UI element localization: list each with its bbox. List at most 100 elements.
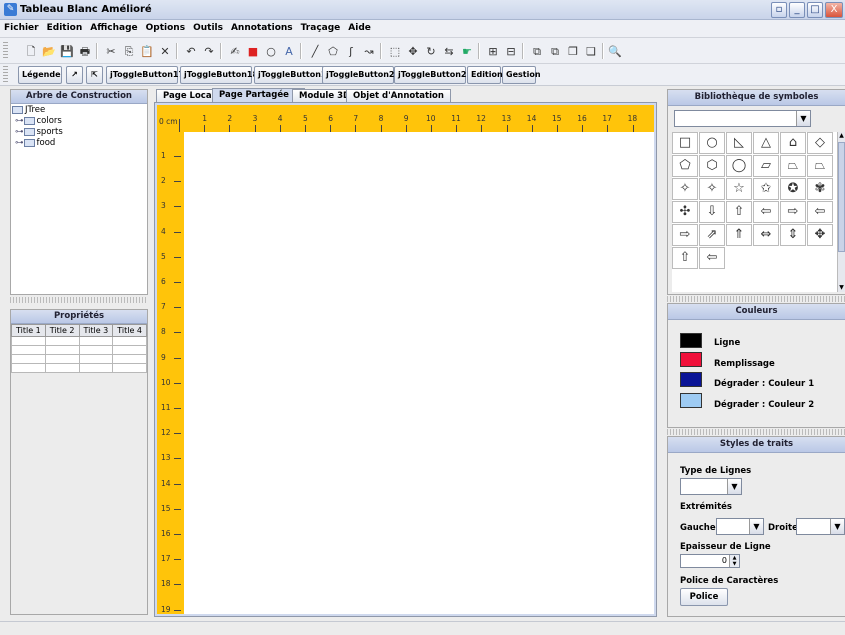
edition-button[interactable]: Edition (467, 66, 503, 84)
toggle-button-17[interactable]: jToggleButton17 (106, 66, 184, 84)
group-icon[interactable]: ⊞ (484, 42, 502, 60)
menu-options[interactable]: Options (142, 20, 189, 38)
symbol-shape-icon[interactable]: ✧ (699, 178, 725, 200)
ungroup-icon[interactable]: ⊟ (502, 42, 520, 60)
scroll-thumb[interactable] (838, 142, 845, 252)
move-icon[interactable]: ✥ (404, 42, 422, 60)
table-row[interactable] (11, 336, 147, 346)
menu-aide[interactable]: Aide (344, 20, 375, 38)
toolbar-grip[interactable] (3, 42, 8, 60)
symbol-category-select[interactable]: ▼ (674, 110, 811, 127)
symbol-shape-icon[interactable]: ⇔ (753, 224, 779, 246)
toggle-button-19[interactable]: jToggleButton19 (254, 66, 332, 84)
scroll-up-icon[interactable]: ▲ (838, 132, 845, 140)
shape-icon[interactable]: ○ (262, 42, 280, 60)
gestion-button[interactable]: Gestion (502, 66, 541, 84)
symbol-shape-icon[interactable]: ⇦ (807, 201, 833, 223)
line-type-select[interactable]: ▼ (680, 478, 742, 495)
splitter[interactable] (667, 429, 845, 435)
tab-objet-annotation[interactable]: Objet d'Annotation (346, 89, 451, 102)
symbol-shape-icon[interactable]: ⇦ (699, 247, 725, 269)
symbol-shape-icon[interactable]: ✧ (672, 178, 698, 200)
bring-front-icon[interactable]: ⧉ (528, 42, 546, 60)
open-icon[interactable]: 📂 (40, 42, 58, 60)
print-icon[interactable]: 🖶 (76, 42, 94, 60)
chevron-down-icon[interactable]: ▼ (830, 519, 844, 534)
symbol-shape-icon[interactable]: ⏢ (807, 155, 833, 177)
drawing-canvas[interactable]: 0 cm 1 2 3 4 5 6 7 8 9 10 11 12 13 14 15 16 17 18 1234567… (157, 105, 654, 614)
fill-color-icon[interactable]: ■ (244, 42, 262, 60)
column-header[interactable]: Title 2 (44, 324, 80, 337)
symbol-shape-icon[interactable]: ▱ (753, 155, 779, 177)
chevron-down-icon[interactable]: ▼ (727, 479, 741, 494)
zoom-icon[interactable]: 🔍 (606, 42, 624, 60)
symbol-shape-icon[interactable]: ✣ (672, 201, 698, 223)
undo-icon[interactable]: ↶ (182, 42, 200, 60)
select-icon[interactable]: ⬚ (386, 42, 404, 60)
menu-fichier[interactable]: Fichier (0, 20, 43, 38)
line-icon[interactable]: ╱ (306, 42, 324, 60)
left-end-select[interactable]: ▼ (716, 518, 764, 535)
arrow-icon[interactable]: ↗ (66, 66, 83, 84)
chevron-down-icon[interactable]: ▼ (749, 519, 763, 534)
toolbar-grip[interactable] (3, 66, 8, 84)
chevron-down-icon[interactable]: ▼ (796, 111, 810, 126)
tree-item-colors[interactable]: ⊶ colors (15, 116, 62, 126)
symbol-shape-icon[interactable]: ✩ (753, 178, 779, 200)
table-row[interactable] (11, 345, 147, 355)
splitter[interactable] (10, 297, 148, 303)
symbol-shape-icon[interactable]: ⇕ (780, 224, 806, 246)
symbol-shape-icon[interactable]: ⇧ (672, 247, 698, 269)
thickness-spinner[interactable]: 0 ▲ ▼ (680, 554, 740, 568)
tree-view[interactable]: JTree ⊶ colors ⊶ sports ⊶ food (11, 104, 147, 294)
menu-outils[interactable]: Outils (189, 20, 227, 38)
menu-edition[interactable]: Edition (43, 20, 87, 38)
symbol-shape-icon[interactable]: ⇨ (672, 224, 698, 246)
menu-tracage[interactable]: Traçage (297, 20, 345, 38)
symbol-shape-icon[interactable]: □ (672, 132, 698, 154)
tree-root[interactable]: JTree (12, 105, 45, 115)
splitter[interactable] (667, 296, 845, 302)
symbol-shape-icon[interactable]: ☆ (726, 178, 752, 200)
symbol-shape-icon[interactable]: ✾ (807, 178, 833, 200)
scroll-down-icon[interactable]: ▼ (838, 284, 845, 292)
column-header[interactable]: Title 3 (78, 324, 114, 337)
send-back-icon[interactable]: ⧉ (546, 42, 564, 60)
expand-icon[interactable]: ⊶ (15, 138, 24, 148)
copy-icon[interactable]: ⎘ (120, 42, 138, 60)
fill-color-swatch[interactable] (680, 352, 702, 367)
brush-icon[interactable]: ✍ (226, 42, 244, 60)
rotate-icon[interactable]: ↻ (422, 42, 440, 60)
table-row[interactable] (11, 354, 147, 364)
delete-icon[interactable]: ✕ (156, 42, 174, 60)
symbol-shape-icon[interactable]: ◺ (726, 132, 752, 154)
legend-button[interactable]: Légende (18, 66, 62, 84)
symbol-shape-icon[interactable]: ✥ (807, 224, 833, 246)
toggle-button-21[interactable]: jToggleButton21 (394, 66, 472, 84)
close-button[interactable]: X (825, 2, 843, 18)
paste-icon[interactable]: 📋 (138, 42, 156, 60)
symbol-shape-icon[interactable]: ◯ (726, 155, 752, 177)
symbols-scrollbar[interactable]: ▲ ▼ (837, 132, 845, 292)
line-color-swatch[interactable] (680, 333, 702, 348)
symbol-shape-icon[interactable]: ⬠ (672, 155, 698, 177)
table-row[interactable] (11, 363, 147, 373)
symbol-shape-icon[interactable]: ⬡ (699, 155, 725, 177)
pointer-icon[interactable]: ☛ (458, 42, 476, 60)
toggle-button-18[interactable]: jToggleButton18 (180, 66, 258, 84)
gradient1-color-swatch[interactable] (680, 372, 702, 387)
symbol-shape-icon[interactable]: ⏢ (780, 155, 806, 177)
freehand-icon[interactable]: ʃ (342, 42, 360, 60)
symbol-shape-icon[interactable]: ○ (699, 132, 725, 154)
symbol-shape-icon[interactable]: ⇑ (726, 224, 752, 246)
frame-arrow-icon[interactable]: ⇱ (86, 66, 103, 84)
menu-affichage[interactable]: Affichage (86, 20, 141, 38)
symbol-shape-icon[interactable]: ⇦ (753, 201, 779, 223)
minimize-button[interactable]: _ (789, 2, 805, 18)
backward-icon[interactable]: ❏ (582, 42, 600, 60)
redo-icon[interactable]: ↷ (200, 42, 218, 60)
tree-item-food[interactable]: ⊶ food (15, 138, 55, 148)
symbol-shape-icon[interactable]: ⌂ (780, 132, 806, 154)
flip-icon[interactable]: ⇆ (440, 42, 458, 60)
symbol-shape-icon[interactable]: ⇩ (699, 201, 725, 223)
